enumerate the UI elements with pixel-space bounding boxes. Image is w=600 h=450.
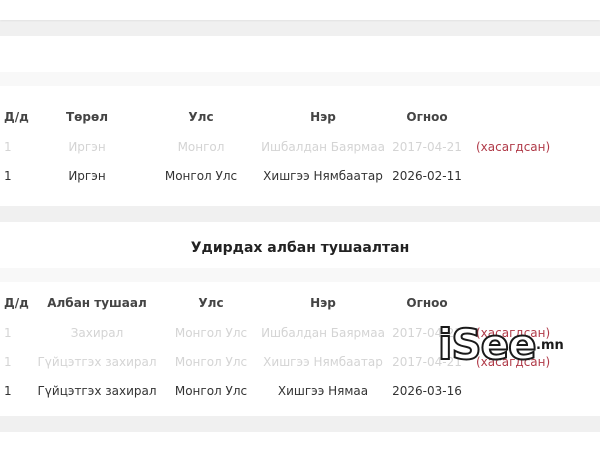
row-date: 2026-03-16 bbox=[392, 383, 462, 398]
table-header-row: Д/д Албан тушаал Улс Нэр Огноо bbox=[0, 288, 600, 318]
row-name: Хишгээ Нямбаатар bbox=[263, 168, 383, 183]
row-type: Иргэн bbox=[68, 168, 106, 183]
row-type: Иргэн bbox=[68, 139, 106, 154]
row-num: 1 bbox=[4, 383, 12, 398]
row-status: (хасагдсан) bbox=[476, 325, 551, 340]
top-card bbox=[0, 0, 600, 20]
row-position: Гүйцэтгэх захирал bbox=[37, 383, 157, 398]
table-header-row: Д/д Төрөл Улс Нэр Огноо bbox=[0, 102, 600, 132]
row-num: 1 bbox=[4, 168, 12, 183]
row-country: Монгол Улс bbox=[164, 168, 238, 183]
section-title: Удирдах албан тушаалтан bbox=[190, 240, 410, 256]
header-type: Төрөл bbox=[65, 110, 109, 124]
row-country: Монгол Улс bbox=[174, 354, 248, 369]
header-country: Улс bbox=[198, 296, 224, 310]
header-status bbox=[468, 288, 600, 318]
table-row: 1 Захирал Монгол Улс Ишбалдан Баярмаа 20… bbox=[0, 318, 600, 347]
shareholders-table: Д/д Төрөл Улс Нэр Огноо 1 Иргэн Монгол И… bbox=[0, 102, 600, 190]
section-band bbox=[0, 268, 600, 282]
executives-card: Удирдах албан тушаалтан Д/д Албан тушаал… bbox=[0, 222, 600, 416]
row-name: Ишбалдан Баярмаа bbox=[261, 325, 385, 340]
row-date: 2017-04-21 bbox=[392, 325, 462, 340]
table-row: 1 Гүйцэтгэх захирал Монгол Улс Хишгээ Ня… bbox=[0, 376, 600, 405]
row-position: Захирал bbox=[70, 325, 124, 340]
executives-table: Д/д Албан тушаал Улс Нэр Огноо 1 Захирал… bbox=[0, 288, 600, 405]
row-num: 1 bbox=[4, 325, 12, 340]
table-row: 1 Иргэн Монгол Ишбалдан Баярмаа 2017-04-… bbox=[0, 132, 600, 161]
row-name: Хишгээ Нямбаатар bbox=[263, 354, 383, 369]
header-status bbox=[468, 102, 600, 132]
header-name: Нэр bbox=[310, 296, 336, 310]
row-status: (хасагдсан) bbox=[476, 354, 551, 369]
row-country: Монгол bbox=[177, 139, 225, 154]
header-num: Д/д bbox=[4, 110, 29, 124]
row-status bbox=[468, 161, 600, 190]
row-name: Хишгээ Нямаа bbox=[277, 383, 369, 398]
row-date: 2017-04-21 bbox=[392, 354, 462, 369]
header-date: Огноо bbox=[406, 296, 448, 310]
row-status: (хасагдсан) bbox=[476, 139, 551, 154]
row-status bbox=[468, 376, 600, 405]
table-row: 1 Гүйцэтгэх захирал Монгол Улс Хишгээ Ня… bbox=[0, 347, 600, 376]
row-position: Гүйцэтгэх захирал bbox=[37, 354, 157, 369]
row-name: Ишбалдан Баярмаа bbox=[261, 139, 385, 154]
row-country: Монгол Улс bbox=[174, 325, 248, 340]
bottom-card bbox=[0, 432, 600, 450]
row-date: 2026-02-11 bbox=[392, 168, 462, 183]
table-row: 1 Иргэн Монгол Улс Хишгээ Нямбаатар 2026… bbox=[0, 161, 600, 190]
row-num: 1 bbox=[4, 139, 12, 154]
header-num: Д/д bbox=[4, 296, 29, 310]
header-country: Улс bbox=[188, 110, 214, 124]
header-position: Албан тушаал bbox=[47, 296, 147, 310]
row-num: 1 bbox=[4, 354, 12, 369]
header-name: Нэр bbox=[310, 110, 336, 124]
row-date: 2017-04-21 bbox=[392, 139, 462, 154]
shareholders-card: Д/д Төрөл Улс Нэр Огноо 1 Иргэн Монгол И… bbox=[0, 36, 600, 206]
section-band bbox=[0, 72, 600, 86]
header-date: Огноо bbox=[406, 110, 448, 124]
row-country: Монгол Улс bbox=[174, 383, 248, 398]
